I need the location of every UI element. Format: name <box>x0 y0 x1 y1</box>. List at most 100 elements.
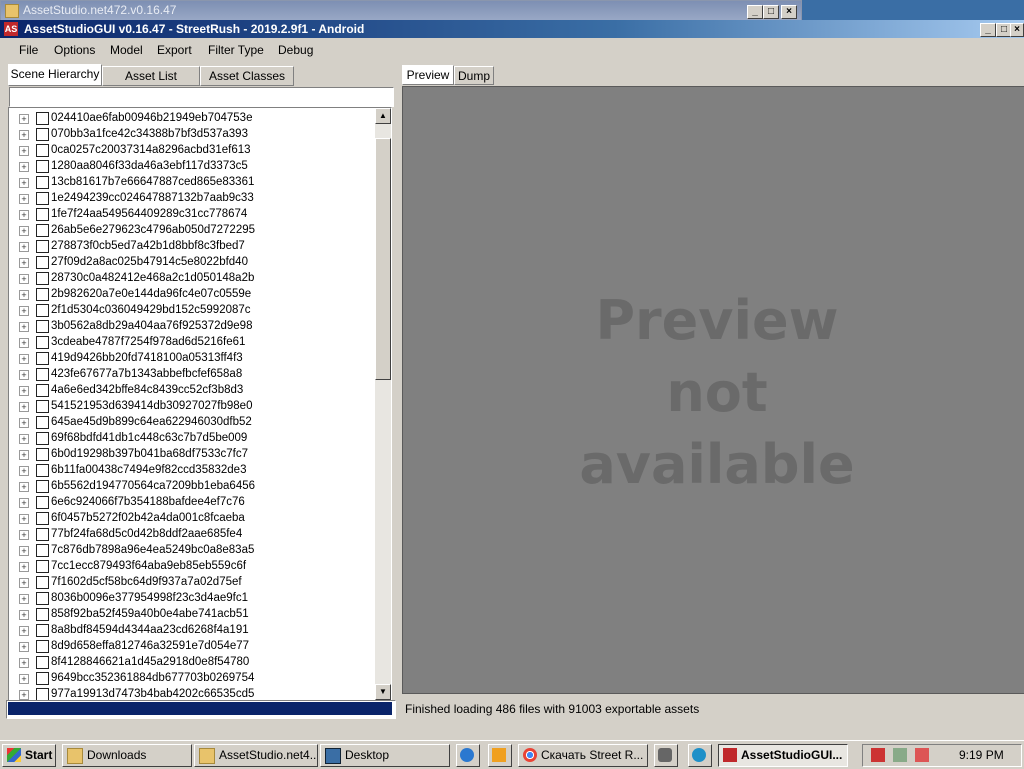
tree-item[interactable]: +8f4128846621a1d45a2918d0e8f54780 <box>9 655 369 671</box>
taskbar-desktop[interactable]: Desktop <box>320 744 450 767</box>
tree-item-checkbox[interactable] <box>36 208 49 221</box>
tree-item[interactable]: +1e2494239cc024647887132b7aab9c33 <box>9 191 369 207</box>
clock[interactable]: 9:19 PM <box>959 748 1004 762</box>
tree-item-checkbox[interactable] <box>36 288 49 301</box>
tree-item[interactable]: +3b0562a8db29a404aa76f925372d9e98 <box>9 319 369 335</box>
tree-item-checkbox[interactable] <box>36 512 49 525</box>
expand-icon[interactable]: + <box>19 626 29 636</box>
security-icon[interactable] <box>871 748 885 762</box>
expand-icon[interactable]: + <box>19 194 29 204</box>
tree-item[interactable]: +0ca0257c20037314a8296acbd31ef613 <box>9 143 369 159</box>
tree-item-checkbox[interactable] <box>36 192 49 205</box>
taskbar-downloads[interactable]: Downloads <box>62 744 192 767</box>
tree-item-checkbox[interactable] <box>36 528 49 541</box>
expand-icon[interactable]: + <box>19 514 29 524</box>
tree-item[interactable]: +6e6c924066f7b354188bafdee4ef7c76 <box>9 495 369 511</box>
expand-icon[interactable]: + <box>19 210 29 220</box>
tree-item[interactable]: +7f1602d5cf58bc64d9f937a7a02d75ef <box>9 575 369 591</box>
volume-muted-icon[interactable] <box>915 748 929 762</box>
expand-icon[interactable]: + <box>19 322 29 332</box>
tree-item-checkbox[interactable] <box>36 336 49 349</box>
tree-item[interactable]: +7c876db7898a96e4ea5249bc0a8e83a5 <box>9 543 369 559</box>
menu-debug[interactable]: Debug <box>278 43 313 57</box>
tree-item[interactable]: +4a6e6ed342bffe84c8439cc52cf3b8d3 <box>9 383 369 399</box>
expand-icon[interactable]: + <box>19 418 29 428</box>
expand-icon[interactable]: + <box>19 130 29 140</box>
expand-icon[interactable]: + <box>19 434 29 444</box>
scroll-thumb[interactable] <box>375 138 391 380</box>
menu-options[interactable]: Options <box>54 43 95 57</box>
tree-item[interactable]: +858f92ba52f459a40b0e4abe741acb51 <box>9 607 369 623</box>
close-button[interactable]: × <box>781 5 797 19</box>
tree-item[interactable]: +2f1d5304c036049429bd152c5992087c <box>9 303 369 319</box>
tree-item-checkbox[interactable] <box>36 400 49 413</box>
tree-item[interactable]: +2b982620a7e0e144da96fc4e07c0559e <box>9 287 369 303</box>
tree-item-checkbox[interactable] <box>36 448 49 461</box>
tree-item-checkbox[interactable] <box>36 384 49 397</box>
expand-icon[interactable]: + <box>19 594 29 604</box>
expand-icon[interactable]: + <box>19 306 29 316</box>
tree-item-checkbox[interactable] <box>36 432 49 445</box>
expand-icon[interactable]: + <box>19 402 29 412</box>
tree-item-checkbox[interactable] <box>36 480 49 493</box>
expand-icon[interactable]: + <box>19 274 29 284</box>
tab-scene-hierarchy[interactable]: Scene Hierarchy <box>8 64 102 86</box>
expand-icon[interactable]: + <box>19 386 29 396</box>
scroll-down-icon[interactable]: ▼ <box>375 684 391 700</box>
tree-item-checkbox[interactable] <box>36 272 49 285</box>
taskbar-assetstudio-folder[interactable]: AssetStudio.net4... <box>194 744 318 767</box>
expand-icon[interactable]: + <box>19 354 29 364</box>
expand-icon[interactable]: + <box>19 162 29 172</box>
tree-item-checkbox[interactable] <box>36 240 49 253</box>
taskbar-assetstudiogui[interactable]: AssetStudioGUI... <box>718 744 848 767</box>
tree-item[interactable]: +7cc1ecc879493f64aba9eb85eb559c6f <box>9 559 369 575</box>
title-bar[interactable]: AS AssetStudioGUI v0.16.47 - StreetRush … <box>0 20 1024 38</box>
expand-icon[interactable]: + <box>19 242 29 252</box>
tree-item[interactable]: +024410ae6fab00946b21949eb704753e <box>9 111 369 127</box>
tree-item-checkbox[interactable] <box>36 112 49 125</box>
quicklaunch-ie[interactable] <box>456 744 480 767</box>
expand-icon[interactable]: + <box>19 258 29 268</box>
tree-item-checkbox[interactable] <box>36 368 49 381</box>
tree-item-checkbox[interactable] <box>36 544 49 557</box>
tree-item-checkbox[interactable] <box>36 256 49 269</box>
tree-item-checkbox[interactable] <box>36 624 49 637</box>
menu-model[interactable]: Model <box>110 43 143 57</box>
tree-item[interactable]: +3cdeabe4787f7254f978ad6d5216fe61 <box>9 335 369 351</box>
taskbar-chrome[interactable]: Скачать Street R... <box>518 744 648 767</box>
tree-item[interactable]: +77bf24fa68d5c0d42b8ddf2aae685fe4 <box>9 527 369 543</box>
tree-item[interactable]: +26ab5e6e279623c4796ab050d7272295 <box>9 223 369 239</box>
menu-file[interactable]: File <box>19 43 38 57</box>
tree-item[interactable]: +8d9d658effa812746a32591e7d054e77 <box>9 639 369 655</box>
scroll-up-icon[interactable]: ▲ <box>375 108 391 124</box>
tree-item[interactable]: +28730c0a482412e468a2c1d050148a2b <box>9 271 369 287</box>
menu-filter-type[interactable]: Filter Type <box>208 43 264 57</box>
maximize-button[interactable]: □ <box>763 5 779 19</box>
minimize-button[interactable]: _ <box>980 23 996 37</box>
expand-icon[interactable]: + <box>19 370 29 380</box>
tree-item[interactable]: +6b0d19298b397b041ba68df7533c7fc7 <box>9 447 369 463</box>
expand-icon[interactable]: + <box>19 482 29 492</box>
tree-item-checkbox[interactable] <box>36 304 49 317</box>
tree-item-checkbox[interactable] <box>36 672 49 685</box>
expand-icon[interactable]: + <box>19 178 29 188</box>
expand-icon[interactable]: + <box>19 578 29 588</box>
expand-icon[interactable]: + <box>19 290 29 300</box>
tree-item[interactable]: +419d9426bb20fd7418100a05313ff4f3 <box>9 351 369 367</box>
expand-icon[interactable]: + <box>19 642 29 652</box>
tab-asset-list[interactable]: Asset List <box>102 66 200 86</box>
tree-item-checkbox[interactable] <box>36 352 49 365</box>
tree-item[interactable]: +6b5562d194770564ca7209bb1eba6456 <box>9 479 369 495</box>
expand-icon[interactable]: + <box>19 562 29 572</box>
tree-item-checkbox[interactable] <box>36 464 49 477</box>
tree-item[interactable]: +070bb3a1fce42c34388b7bf3d537a393 <box>9 127 369 143</box>
start-button[interactable]: Start <box>2 744 56 767</box>
tree-item[interactable]: +8036b0096e377954998f23c3d4ae9fc1 <box>9 591 369 607</box>
expand-icon[interactable]: + <box>19 610 29 620</box>
tree-item[interactable]: +9649bcc352361884db677703b0269754 <box>9 671 369 687</box>
tab-asset-classes[interactable]: Asset Classes <box>200 66 294 86</box>
expand-icon[interactable]: + <box>19 338 29 348</box>
expand-icon[interactable]: + <box>19 674 29 684</box>
expand-icon[interactable]: + <box>19 658 29 668</box>
tree-item[interactable]: +1280aa8046f33da46a3ebf117d3373c5 <box>9 159 369 175</box>
